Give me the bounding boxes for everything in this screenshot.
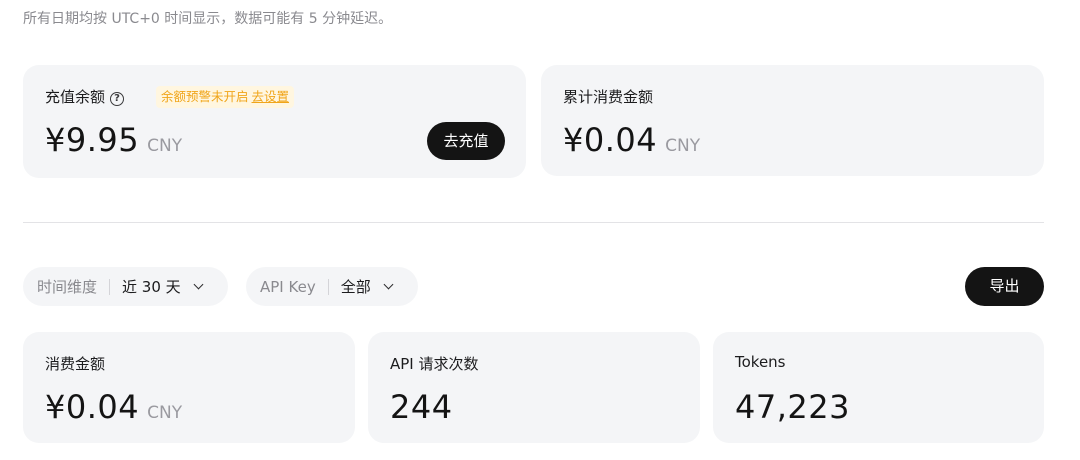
filter-separator <box>109 278 111 295</box>
time-range-label: 时间维度 <box>37 278 98 296</box>
tokens-stat-card: Tokens 47,223 <box>713 332 1044 443</box>
spent-stat-card: 消费金额 ¥0.04 CNY <box>23 332 355 443</box>
chevron-down-icon <box>383 279 394 290</box>
alert-settings-link[interactable]: 去设置 <box>252 89 290 104</box>
topup-button[interactable]: 去充值 <box>427 122 505 160</box>
requests-stat-label: API 请求次数 <box>390 355 479 373</box>
api-key-label: API Key <box>260 277 316 296</box>
requests-stat-card: API 请求次数 244 <box>368 332 700 443</box>
balance-label-row: 充值余额? <box>45 86 125 107</box>
timezone-notice: 所有日期均按 UTC+0 时间显示，数据可能有 5 分钟延迟。 <box>23 11 393 27</box>
balance-value: ¥9.95 <box>45 121 140 159</box>
spent-stat-amount: ¥0.04 CNY <box>45 388 182 426</box>
api-key-filter[interactable]: API Key 全部 <box>246 267 418 306</box>
balance-card: 充值余额? 余额预警未开启 去设置 ¥9.95 CNY 去充值 <box>23 65 526 178</box>
api-key-value: 全部 <box>340 278 371 296</box>
balance-amount: ¥9.95 CNY <box>45 121 182 159</box>
time-range-filter[interactable]: 时间维度 近 30 天 <box>23 267 228 306</box>
time-range-value: 近 30 天 <box>122 278 181 296</box>
total-spent-currency: CNY <box>665 136 701 156</box>
balance-currency: CNY <box>147 136 183 156</box>
balance-label: 充值余额 <box>45 88 106 106</box>
alert-text: 余额预警未开启 <box>161 89 249 104</box>
total-spent-label: 累计消费金额 <box>563 88 654 106</box>
help-icon[interactable]: ? <box>110 92 125 106</box>
total-spent-amount: ¥0.04 CNY <box>563 121 700 159</box>
requests-stat-value: 244 <box>390 388 453 426</box>
spent-stat-currency: CNY <box>147 403 183 423</box>
tokens-stat-value: 47,223 <box>735 388 850 426</box>
chevron-down-icon <box>193 279 204 290</box>
balance-alert-badge: 余额预警未开启 去设置 <box>156 86 295 108</box>
export-button[interactable]: 导出 <box>965 267 1044 306</box>
filter-separator <box>327 278 329 295</box>
total-spent-card: 累计消费金额 ¥0.04 CNY <box>541 65 1044 176</box>
tokens-stat-label: Tokens <box>735 353 786 371</box>
total-spent-value: ¥0.04 <box>563 121 658 159</box>
spent-stat-value: ¥0.04 <box>45 388 140 426</box>
spent-stat-label: 消费金额 <box>45 355 106 373</box>
section-divider <box>23 222 1044 223</box>
